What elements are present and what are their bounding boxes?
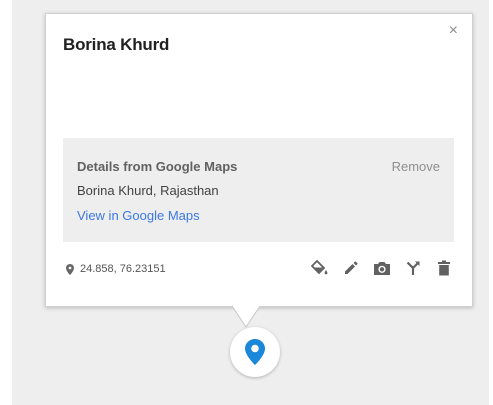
details-heading: Details from Google Maps <box>77 159 238 174</box>
place-title: Borina Khurd <box>63 35 170 54</box>
directions-icon <box>406 261 420 275</box>
coordinates-readout: 24.858, 76.23151 <box>66 263 166 275</box>
delete-button[interactable] <box>434 258 454 278</box>
place-info-popup: Borina Khurd × Details from Google Maps … <box>45 13 473 307</box>
place-address: Borina Khurd, Rajasthan <box>77 183 219 198</box>
pin-icon <box>66 263 74 275</box>
style-button[interactable] <box>310 258 330 278</box>
directions-button[interactable] <box>403 258 423 278</box>
paint-bucket-icon <box>311 260 328 275</box>
pencil-icon <box>345 261 358 274</box>
popup-toolbar <box>299 258 454 278</box>
map-canvas[interactable]: Borina Khurd × Details from Google Maps … <box>12 0 489 405</box>
popup-pointer <box>232 306 260 328</box>
camera-icon <box>374 262 390 275</box>
google-maps-details-panel: Details from Google Maps Remove Borina K… <box>63 138 454 242</box>
remove-button[interactable]: Remove <box>392 159 440 174</box>
edit-button[interactable] <box>341 258 361 278</box>
close-button[interactable]: × <box>449 23 458 39</box>
map-marker[interactable] <box>230 327 280 377</box>
view-in-google-maps-link[interactable]: View in Google Maps <box>77 208 200 223</box>
add-photo-button[interactable] <box>372 258 392 278</box>
map-pin-icon <box>245 339 265 365</box>
trash-icon <box>438 260 450 276</box>
coordinates-text: 24.858, 76.23151 <box>80 263 166 275</box>
